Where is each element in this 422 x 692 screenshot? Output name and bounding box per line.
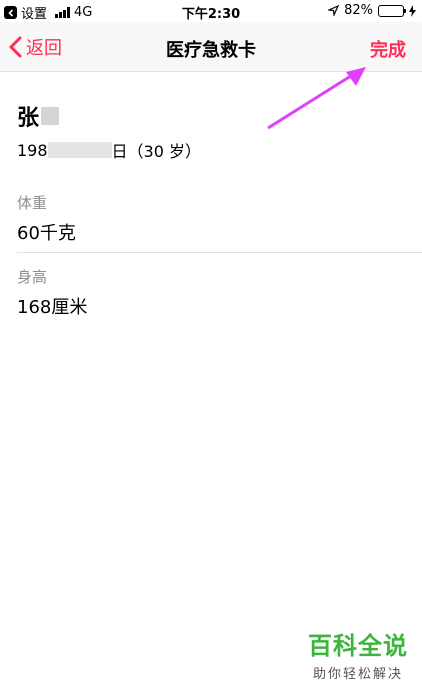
name-redaction bbox=[41, 107, 60, 125]
page-title: 医疗急救卡 bbox=[166, 40, 256, 61]
weight-field[interactable]: 体重 60千克 bbox=[17, 192, 422, 245]
status-bar: 设置 4G 下午2:30 82% bbox=[0, 0, 422, 22]
annotation-arrow-icon bbox=[267, 67, 366, 130]
weight-label: 体重 bbox=[17, 194, 48, 212]
charging-icon bbox=[409, 4, 416, 17]
battery-icon bbox=[378, 4, 406, 17]
height-field[interactable]: 身高 168厘米 bbox=[17, 266, 422, 319]
location-icon bbox=[328, 5, 340, 16]
profile-name: 张 bbox=[17, 100, 201, 132]
height-label: 身高 bbox=[17, 268, 48, 286]
birth-suffix: 日（30 岁） bbox=[111, 142, 201, 161]
name-text: 张 bbox=[17, 106, 40, 131]
birth-prefix: 198 bbox=[17, 140, 48, 160]
profile-birthdate: 198 日（30 岁） bbox=[17, 138, 201, 162]
profile-section: 张 198 日（30 岁） bbox=[17, 100, 201, 162]
status-right: 82% bbox=[328, 3, 416, 18]
birth-redaction bbox=[47, 142, 112, 158]
divider bbox=[17, 252, 422, 253]
weight-value: 60千克 bbox=[17, 223, 76, 244]
battery-percent: 82% bbox=[344, 3, 373, 18]
height-value: 168厘米 bbox=[17, 297, 88, 318]
watermark-logo: 百科全说 助你轻松解决 bbox=[308, 626, 408, 682]
watermark-main: 百科全说 bbox=[308, 632, 408, 660]
watermark-sub: 助你轻松解决 bbox=[312, 667, 403, 682]
done-button[interactable]: 完成 bbox=[370, 36, 406, 62]
